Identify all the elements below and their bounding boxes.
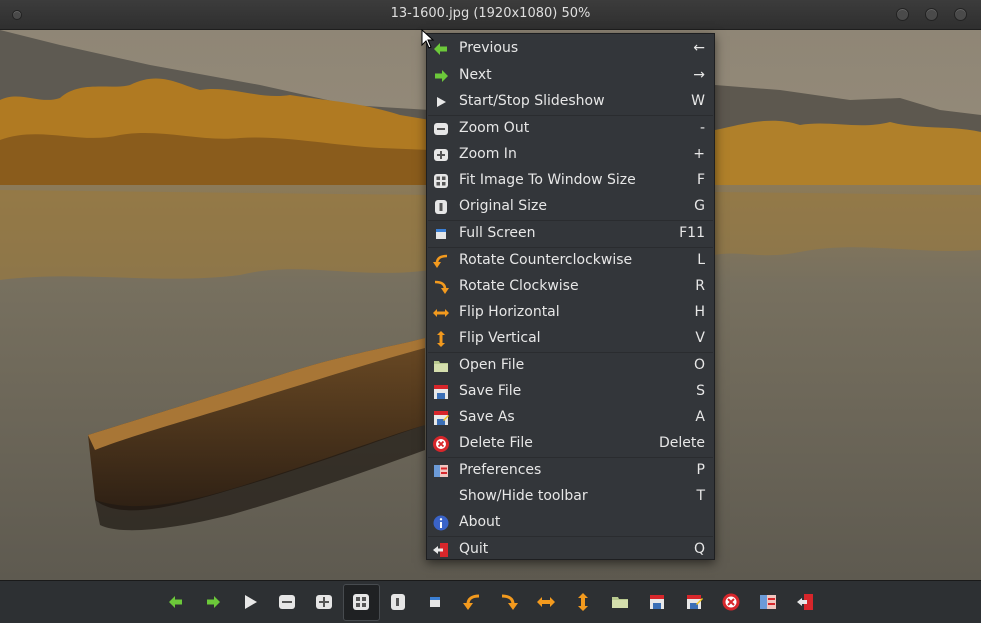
rotate-cw-icon xyxy=(434,280,449,294)
fit-window-icon xyxy=(434,174,448,188)
flip-horizontal-icon xyxy=(433,309,449,317)
menu-item-zoom-out[interactable]: Zoom Out - xyxy=(427,116,714,142)
play-icon xyxy=(245,595,257,609)
save-icon xyxy=(650,595,664,609)
toolbar-fullscreen-button[interactable] xyxy=(417,584,454,621)
menu-item-flip-vertical[interactable]: Flip Vertical V xyxy=(427,326,714,352)
minimize-button[interactable] xyxy=(896,8,909,21)
toolbar-rotate-cw-button[interactable] xyxy=(491,584,528,621)
play-icon xyxy=(437,97,446,107)
toolbar-open-file-button[interactable] xyxy=(602,584,639,621)
toolbar-slideshow-button[interactable] xyxy=(232,584,269,621)
toolbar xyxy=(0,580,981,623)
menu-item-save-file[interactable]: Save File S xyxy=(427,379,714,405)
folder-icon xyxy=(612,597,628,608)
menu-item-delete-file[interactable]: Delete File Delete xyxy=(427,431,714,457)
toolbar-fit-window-button[interactable] xyxy=(342,583,380,621)
toolbar-save-button[interactable] xyxy=(639,584,676,621)
flip-vertical-icon xyxy=(437,331,445,347)
menu-item-original-size[interactable]: Original Size G xyxy=(427,194,714,220)
folder-icon xyxy=(434,361,448,372)
arrow-left-icon xyxy=(169,596,182,608)
arrow-right-icon xyxy=(435,70,448,82)
context-menu: Previous ← Next → Start/Stop Slideshow W… xyxy=(426,33,715,560)
toolbar-previous-button[interactable] xyxy=(158,584,195,621)
original-size-icon xyxy=(391,594,405,610)
zoom-out-icon xyxy=(434,123,448,135)
menu-item-fullscreen[interactable]: Full Screen F11 xyxy=(427,221,714,247)
menu-item-slideshow[interactable]: Start/Stop Slideshow W xyxy=(427,89,714,115)
menu-item-save-as[interactable]: Save As A xyxy=(427,405,714,431)
rotate-ccw-icon xyxy=(433,254,448,268)
flip-vertical-icon xyxy=(578,593,588,611)
fullscreen-icon xyxy=(436,229,446,239)
flip-horizontal-icon xyxy=(537,597,555,607)
save-as-icon xyxy=(687,595,703,609)
toolbar-flip-vertical-button[interactable] xyxy=(565,584,602,621)
menu-item-rotate-ccw[interactable]: Rotate Counterclockwise L xyxy=(427,248,714,274)
rotate-ccw-icon xyxy=(463,594,480,610)
arrow-right-icon xyxy=(207,596,220,608)
delete-icon xyxy=(433,436,449,452)
close-button[interactable] xyxy=(954,8,967,21)
menu-item-previous[interactable]: Previous ← xyxy=(427,36,714,63)
menu-item-flip-horizontal[interactable]: Flip Horizontal H xyxy=(427,300,714,326)
menu-item-open-file[interactable]: Open File O xyxy=(427,353,714,379)
info-icon xyxy=(433,515,449,531)
toolbar-quit-button[interactable] xyxy=(787,584,824,621)
toolbar-original-size-button[interactable] xyxy=(380,584,417,621)
menu-item-zoom-in[interactable]: Zoom In + xyxy=(427,142,714,168)
window-title: 13-1600.jpg (1920x1080) 50% xyxy=(390,6,591,21)
toolbar-next-button[interactable] xyxy=(195,584,232,621)
toolbar-flip-horizontal-button[interactable] xyxy=(528,584,565,621)
zoom-out-icon xyxy=(279,595,295,609)
menu-item-quit[interactable]: Quit Q xyxy=(427,537,714,563)
toolbar-zoom-in-button[interactable] xyxy=(306,584,343,621)
menu-item-preferences[interactable]: Preferences P xyxy=(427,458,714,484)
menu-item-toggle-toolbar[interactable]: Show/Hide toolbar T xyxy=(427,484,714,510)
original-size-icon xyxy=(435,200,447,214)
toolbar-preferences-button[interactable] xyxy=(750,584,787,621)
toolbar-delete-button[interactable] xyxy=(713,584,750,621)
zoom-in-icon xyxy=(434,149,448,161)
quit-icon xyxy=(433,543,448,557)
preferences-icon xyxy=(760,595,776,609)
save-icon xyxy=(434,385,448,399)
save-as-icon xyxy=(434,411,449,425)
title-bar[interactable]: 13-1600.jpg (1920x1080) 50% xyxy=(0,0,981,30)
rotate-cw-icon xyxy=(501,594,518,610)
toolbar-save-as-button[interactable] xyxy=(676,584,713,621)
menu-item-rotate-cw[interactable]: Rotate Clockwise R xyxy=(427,274,714,300)
menu-item-fit-window[interactable]: Fit Image To Window Size F xyxy=(427,168,714,194)
menu-item-about[interactable]: About xyxy=(427,510,714,536)
toolbar-rotate-ccw-button[interactable] xyxy=(454,584,491,621)
fullscreen-icon xyxy=(430,597,440,607)
menu-item-next[interactable]: Next → xyxy=(427,63,714,89)
zoom-in-icon xyxy=(316,595,332,609)
quit-icon xyxy=(797,594,813,610)
fit-window-icon xyxy=(353,594,369,610)
mouse-cursor-icon xyxy=(421,29,435,49)
preferences-icon xyxy=(434,465,448,477)
maximize-button[interactable] xyxy=(925,8,938,21)
toolbar-zoom-out-button[interactable] xyxy=(269,584,306,621)
delete-icon xyxy=(722,593,740,611)
